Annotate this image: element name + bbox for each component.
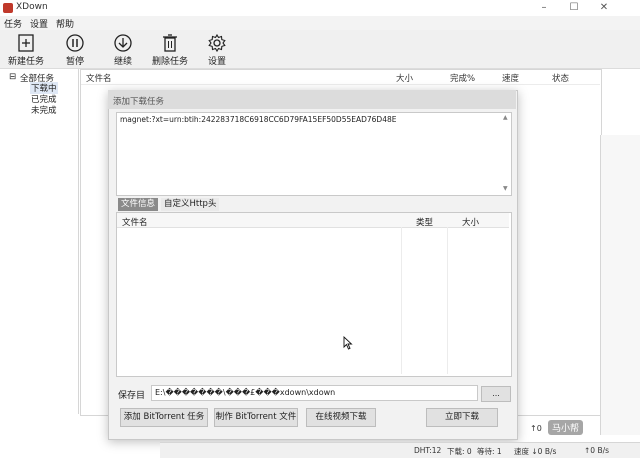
file-col-type[interactable]: 类型 (416, 216, 433, 228)
toolbar (0, 30, 640, 69)
add-bittorrent-button[interactable]: 添加 BitTorrent 任务 (120, 408, 208, 427)
status-down-speed: 速度 ↓0 B/s (514, 447, 557, 456)
magnet-input[interactable] (116, 112, 512, 196)
new-task-label: 新建任务 (7, 57, 44, 67)
window-title: XDown (16, 2, 48, 12)
file-col-filename[interactable]: 文件名 (122, 216, 148, 228)
pause-icon (66, 34, 84, 52)
list-header-divider (81, 84, 600, 85)
file-col-divider (447, 227, 448, 374)
app-icon (3, 3, 13, 13)
tab-file-info[interactable]: 文件信息 (118, 198, 159, 211)
watermark: 马小帮 (548, 420, 584, 435)
dialog-title: 添加下载任务 (113, 97, 165, 107)
status-bar (160, 442, 640, 458)
status-dht: DHT:12 (414, 446, 442, 455)
file-table (116, 212, 512, 377)
col-progress[interactable]: 完成% (450, 72, 475, 84)
menu-help[interactable]: 帮助 (56, 17, 74, 30)
pause-button[interactable]: 暂停 (58, 33, 92, 67)
status-waiting: 等待: 1 (477, 447, 502, 456)
save-dir-label: 保存目 (118, 391, 146, 401)
scroll-up-icon[interactable]: ▲ (503, 114, 508, 121)
online-video-button[interactable]: 在线视频下载 (306, 408, 376, 427)
new-file-icon (18, 34, 34, 52)
col-speed[interactable]: 速度 (502, 72, 519, 84)
side-speed-text: ↑0 (530, 424, 542, 433)
col-status[interactable]: 状态 (552, 72, 569, 84)
col-filename[interactable]: 文件名 (86, 72, 112, 84)
delete-task-button[interactable]: 删除任务 (148, 33, 192, 67)
minimize-icon[interactable]: – (532, 1, 556, 15)
maximize-icon[interactable]: ☐ (562, 1, 586, 15)
resume-label: 继续 (113, 57, 132, 67)
tree-item-incomplete[interactable]: 未完成 (31, 104, 57, 116)
new-task-button[interactable]: 新建任务 (6, 33, 46, 67)
mouse-cursor-icon (343, 336, 353, 350)
status-downloading: 下载: 0 (447, 447, 472, 456)
file-col-size[interactable]: 大小 (462, 216, 479, 228)
file-col-divider (401, 227, 402, 374)
tab-custom-http-header[interactable]: 自定义Http头 (161, 198, 220, 211)
settings-label: 设置 (207, 57, 226, 67)
col-size[interactable]: 大小 (396, 72, 413, 84)
download-now-button[interactable]: 立即下载 (426, 408, 498, 427)
tree-collapse-icon[interactable]: ⊟ (9, 72, 16, 82)
task-tree (0, 69, 79, 414)
browse-button[interactable]: ... (481, 386, 511, 402)
background-window (600, 135, 640, 435)
file-table-header (117, 213, 509, 228)
magnet-text: magnet:?xt=urn:btih:242283718C6918CC6D79… (120, 115, 397, 124)
menu-bar (0, 16, 640, 30)
scroll-down-icon[interactable]: ▼ (503, 185, 508, 192)
menu-settings[interactable]: 设置 (30, 17, 48, 30)
make-bittorrent-button[interactable]: 制作 BitTorrent 文件 (214, 408, 298, 427)
save-dir-input[interactable]: E:\�������\���£���xdown\xdown (151, 385, 478, 401)
menu-task[interactable]: 任务 (4, 17, 22, 30)
close-icon[interactable]: ✕ (592, 1, 616, 15)
resume-button[interactable]: 继续 (106, 33, 140, 67)
settings-button[interactable]: 设置 (202, 33, 232, 67)
dialog-title-bar (108, 90, 516, 109)
delete-task-label: 删除任务 (151, 57, 188, 67)
pause-label: 暂停 (65, 57, 84, 67)
gear-icon (208, 33, 226, 53)
resume-icon (114, 34, 132, 52)
status-up-speed: ↑0 B/s (584, 446, 610, 455)
trash-icon (163, 34, 177, 52)
